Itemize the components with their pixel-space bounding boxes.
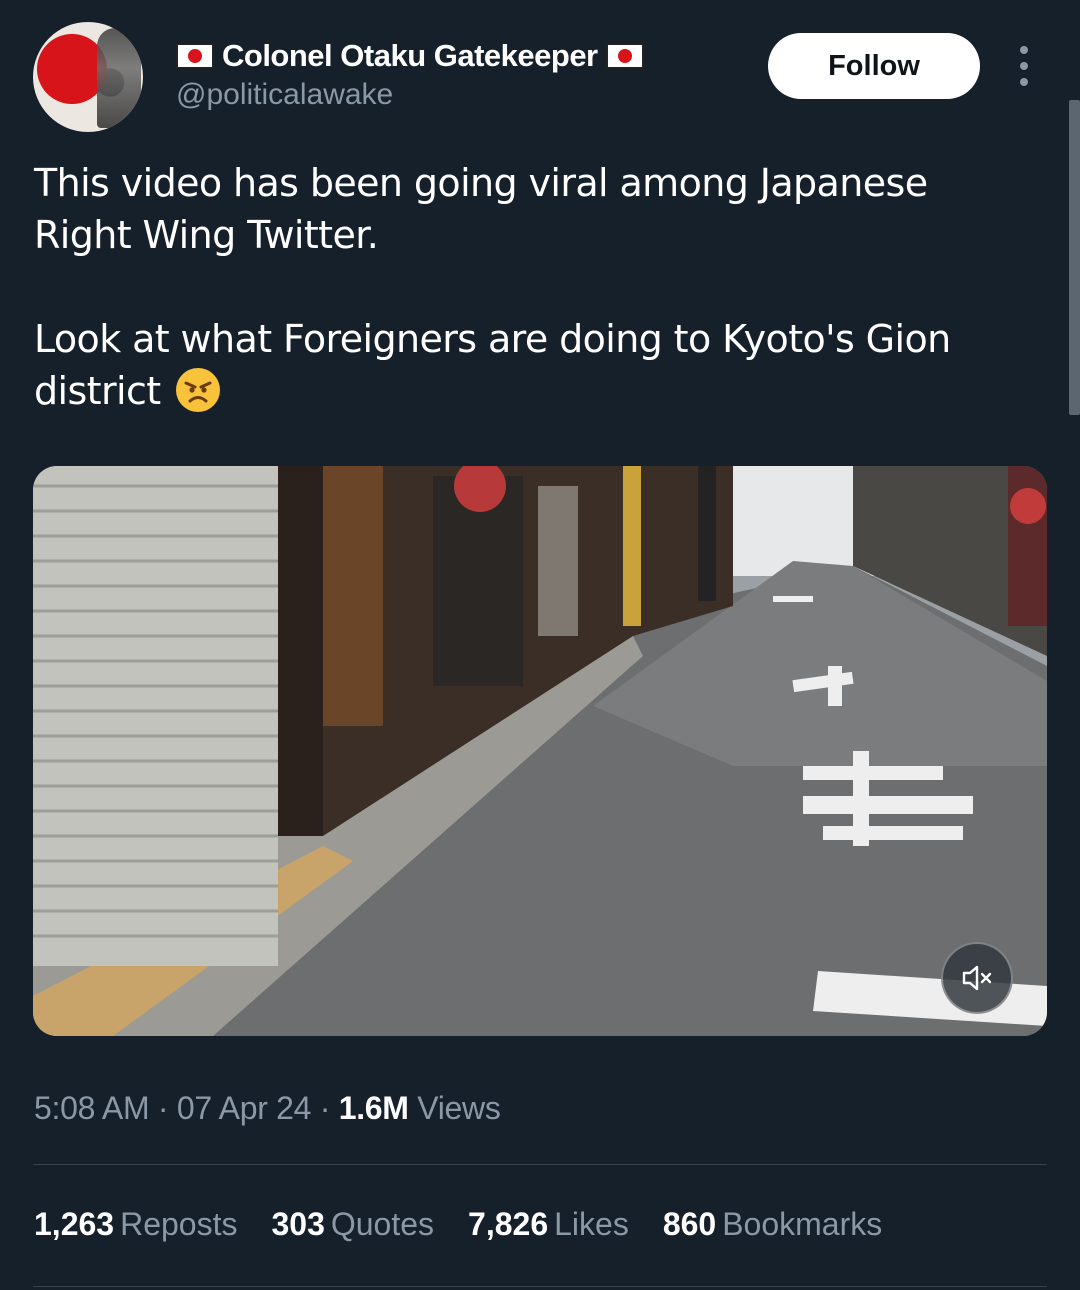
video-player[interactable]: [33, 466, 1047, 1036]
engagement-stats: 1,263 Reposts 303 Quotes 7,826 Likes 860 Boo…: [34, 1206, 882, 1243]
avatar-figure: [97, 28, 141, 128]
stat-label: Quotes: [330, 1206, 435, 1242]
japan-flag-icon: [176, 43, 214, 69]
stat-count: 7,826: [468, 1206, 549, 1242]
avatar[interactable]: [33, 22, 143, 132]
tweet-paragraph-text: Look at what Foreigners are doing to Kyo…: [34, 317, 951, 413]
stat-label: Reposts: [120, 1206, 238, 1242]
meta-separator: ·: [319, 1090, 331, 1126]
stat-count: 860: [662, 1206, 717, 1242]
speaker-muted-icon: [962, 965, 992, 991]
tweet-paragraph: Look at what Foreigners are doing to Kyo…: [34, 313, 1034, 417]
japan-flag-icon: [605, 43, 644, 69]
stat-label: Bookmarks: [722, 1206, 883, 1242]
stat-bookmarks[interactable]: 860 Bookmarks: [663, 1206, 882, 1243]
stat-reposts[interactable]: 1,263 Reposts: [34, 1206, 237, 1243]
tweet-meta: 5:08 AM · 07 Apr 24 · 1.6M Views: [34, 1090, 501, 1127]
author-name[interactable]: Colonel Otaku Gatekeeper: [222, 38, 598, 74]
author-handle[interactable]: @politicalawake: [176, 78, 393, 112]
stat-likes[interactable]: 7,826 Likes: [468, 1206, 629, 1243]
stat-count: 1,263: [34, 1206, 115, 1242]
author-name-row[interactable]: Colonel Otaku Gatekeeper: [176, 38, 644, 74]
more-options-icon[interactable]: [1012, 46, 1036, 86]
angry-face-icon: [176, 368, 221, 412]
tweet-date[interactable]: 07 Apr 24: [177, 1090, 312, 1126]
views-count: 1.6M: [338, 1090, 409, 1126]
tweet-time[interactable]: 5:08 AM: [34, 1090, 150, 1126]
tweet: Colonel Otaku Gatekeeper @politicalawake…: [0, 0, 1080, 1290]
follow-button[interactable]: Follow: [768, 33, 980, 99]
divider: [33, 1164, 1047, 1165]
views-label: Views: [417, 1090, 501, 1126]
divider: [33, 1286, 1047, 1287]
stat-count: 303: [271, 1206, 325, 1242]
mute-button[interactable]: [941, 942, 1013, 1014]
stat-quotes[interactable]: 303 Quotes: [271, 1206, 434, 1243]
meta-separator: ·: [157, 1090, 169, 1126]
tweet-paragraph: This video has been going viral among Ja…: [34, 161, 928, 257]
tweet-text: This video has been going viral among Ja…: [34, 157, 1034, 417]
video-frame: [33, 466, 1047, 1036]
stat-label: Likes: [554, 1206, 629, 1242]
scrollbar[interactable]: [1069, 100, 1080, 415]
